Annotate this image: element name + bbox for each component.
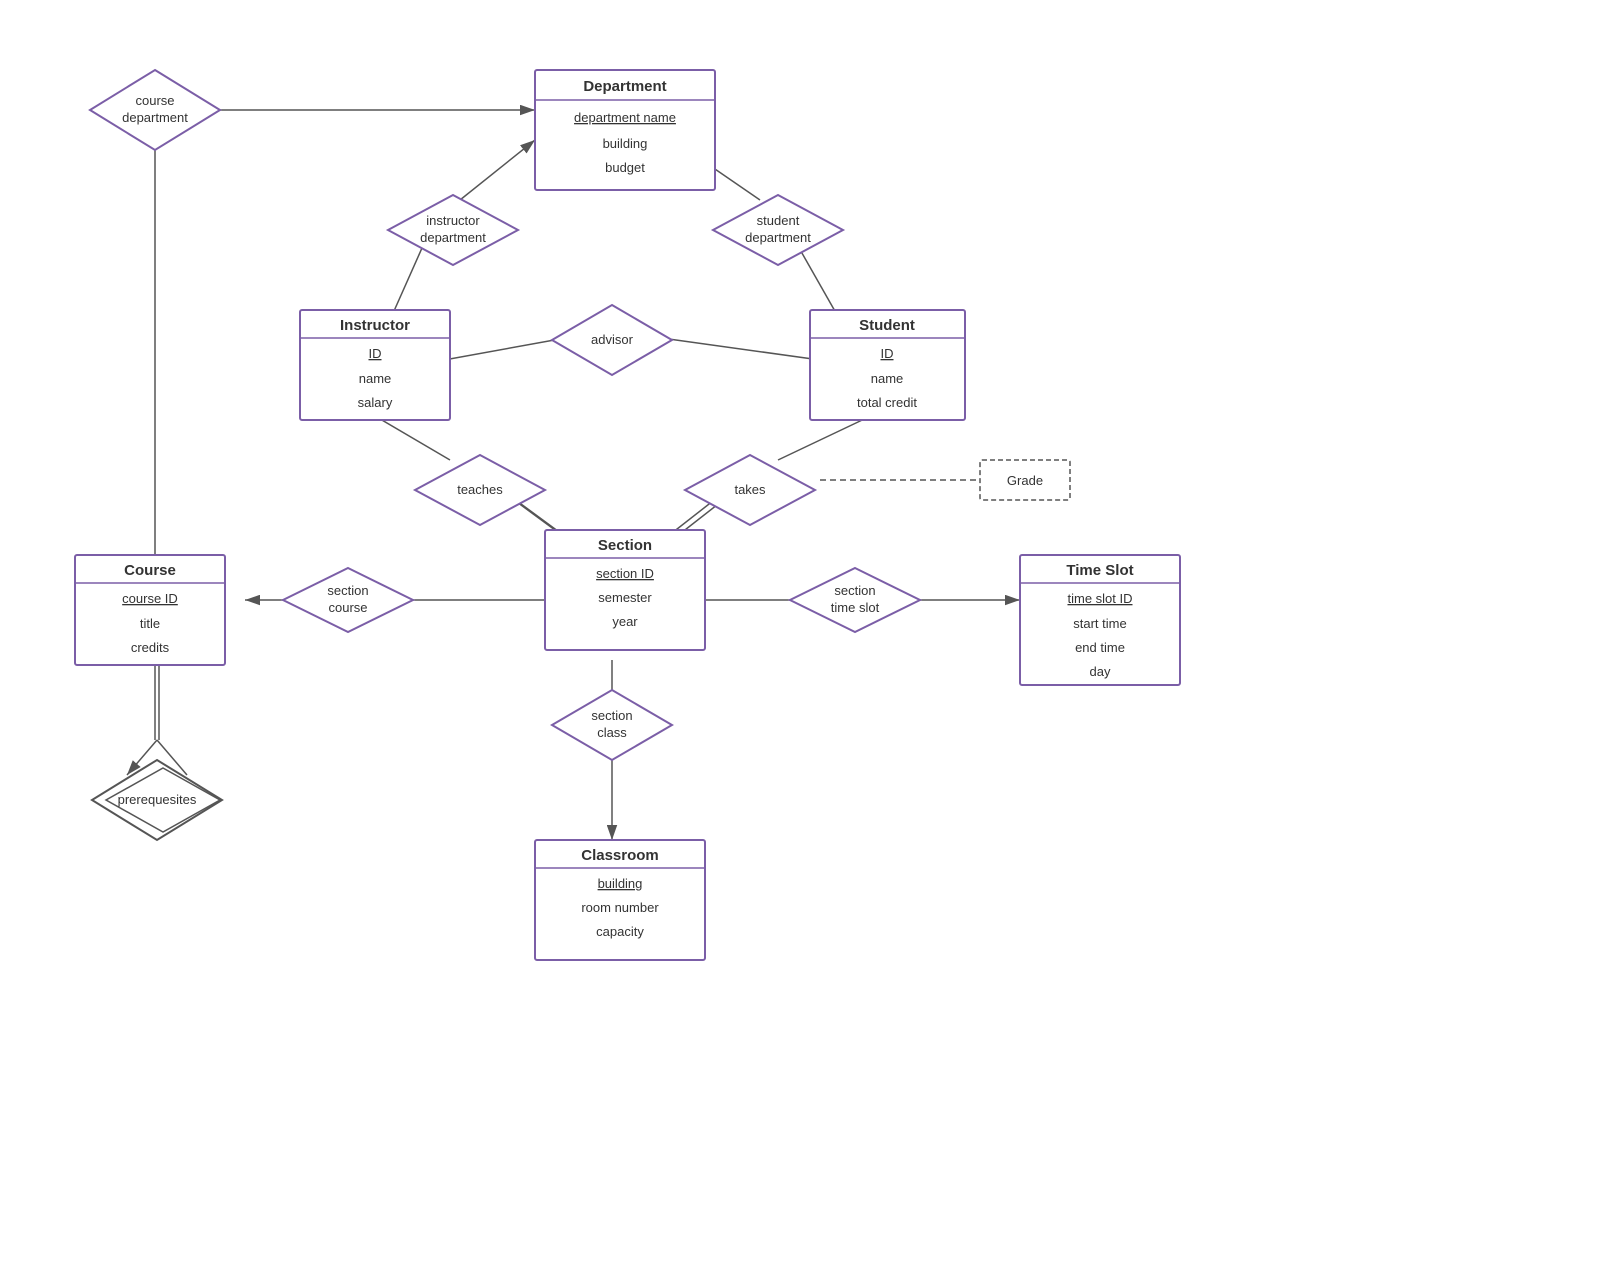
- timeslot-end: end time: [1075, 640, 1125, 655]
- section-year: year: [612, 614, 638, 629]
- section-class-label-1: section: [591, 708, 632, 723]
- prereq-label: prerequesites: [118, 792, 197, 807]
- timeslot-day: day: [1090, 664, 1111, 679]
- student-credit: total credit: [857, 395, 917, 410]
- entity-student: Student ID name total credit: [810, 310, 965, 420]
- diamond-section-timeslot: section time slot: [790, 568, 920, 632]
- course-dept-label-2: department: [122, 110, 188, 125]
- diamond-section-class: section class: [552, 690, 672, 760]
- line-instr-dept-to-dept: [460, 140, 535, 200]
- section-pk: section ID: [596, 566, 654, 581]
- entity-section: Section section ID semester year: [545, 530, 705, 650]
- section-title: Section: [598, 537, 652, 554]
- diamond-teaches: teaches: [415, 455, 545, 525]
- entity-grade: Grade: [980, 460, 1070, 500]
- diamond-course-department: course department: [90, 70, 220, 150]
- dept-pk: department name: [574, 110, 676, 125]
- course-credits: credits: [131, 640, 170, 655]
- timeslot-title: Time Slot: [1066, 562, 1133, 579]
- diamond-section-course: section course: [283, 568, 413, 632]
- student-title: Student: [859, 317, 915, 334]
- classroom-pk: building: [598, 876, 643, 891]
- section-class-label-2: class: [597, 725, 627, 740]
- takes-label: takes: [734, 482, 766, 497]
- course-title-attr: title: [140, 616, 160, 631]
- instructor-name: name: [359, 371, 392, 386]
- entity-department: Department department name building budg…: [535, 70, 715, 190]
- instructor-pk: ID: [369, 346, 382, 361]
- student-pk: ID: [881, 346, 894, 361]
- section-timeslot-label-1: section: [834, 583, 875, 598]
- instr-dept-label-1: instructor: [426, 213, 480, 228]
- classroom-room: room number: [581, 900, 659, 915]
- classroom-title: Classroom: [581, 847, 659, 864]
- instructor-salary: salary: [358, 395, 393, 410]
- student-name: name: [871, 371, 904, 386]
- dept-title: Department: [583, 78, 666, 95]
- section-course-label-1: section: [327, 583, 368, 598]
- diamond-instructor-department: instructor department: [388, 195, 518, 265]
- timeslot-start: start time: [1073, 616, 1126, 631]
- dept-attr-budget: budget: [605, 160, 645, 175]
- course-title: Course: [124, 562, 176, 579]
- course-pk: course ID: [122, 591, 178, 606]
- dept-attr-building: building: [603, 136, 648, 151]
- student-dept-label-1: student: [757, 213, 800, 228]
- section-timeslot-label-2: time slot: [831, 600, 880, 615]
- instructor-title: Instructor: [340, 317, 410, 334]
- diamond-advisor: advisor: [552, 305, 672, 375]
- grade-label: Grade: [1007, 473, 1043, 488]
- entity-timeslot: Time Slot time slot ID start time end ti…: [1020, 555, 1180, 685]
- diamond-student-department: student department: [713, 195, 843, 265]
- student-dept-label-2: department: [745, 230, 811, 245]
- teaches-label: teaches: [457, 482, 503, 497]
- timeslot-pk: time slot ID: [1067, 591, 1132, 606]
- classroom-capacity: capacity: [596, 924, 644, 939]
- instr-dept-label-2: department: [420, 230, 486, 245]
- entity-instructor: Instructor ID name salary: [300, 310, 450, 420]
- section-course-label-2: course: [328, 600, 367, 615]
- entity-classroom: Classroom building room number capacity: [535, 840, 705, 960]
- entity-course: Course course ID title credits: [75, 555, 225, 665]
- diamond-prerequisites: prerequesites: [92, 760, 222, 840]
- section-semester: semester: [598, 590, 652, 605]
- advisor-label: advisor: [591, 332, 634, 347]
- course-dept-label-1: course: [135, 93, 174, 108]
